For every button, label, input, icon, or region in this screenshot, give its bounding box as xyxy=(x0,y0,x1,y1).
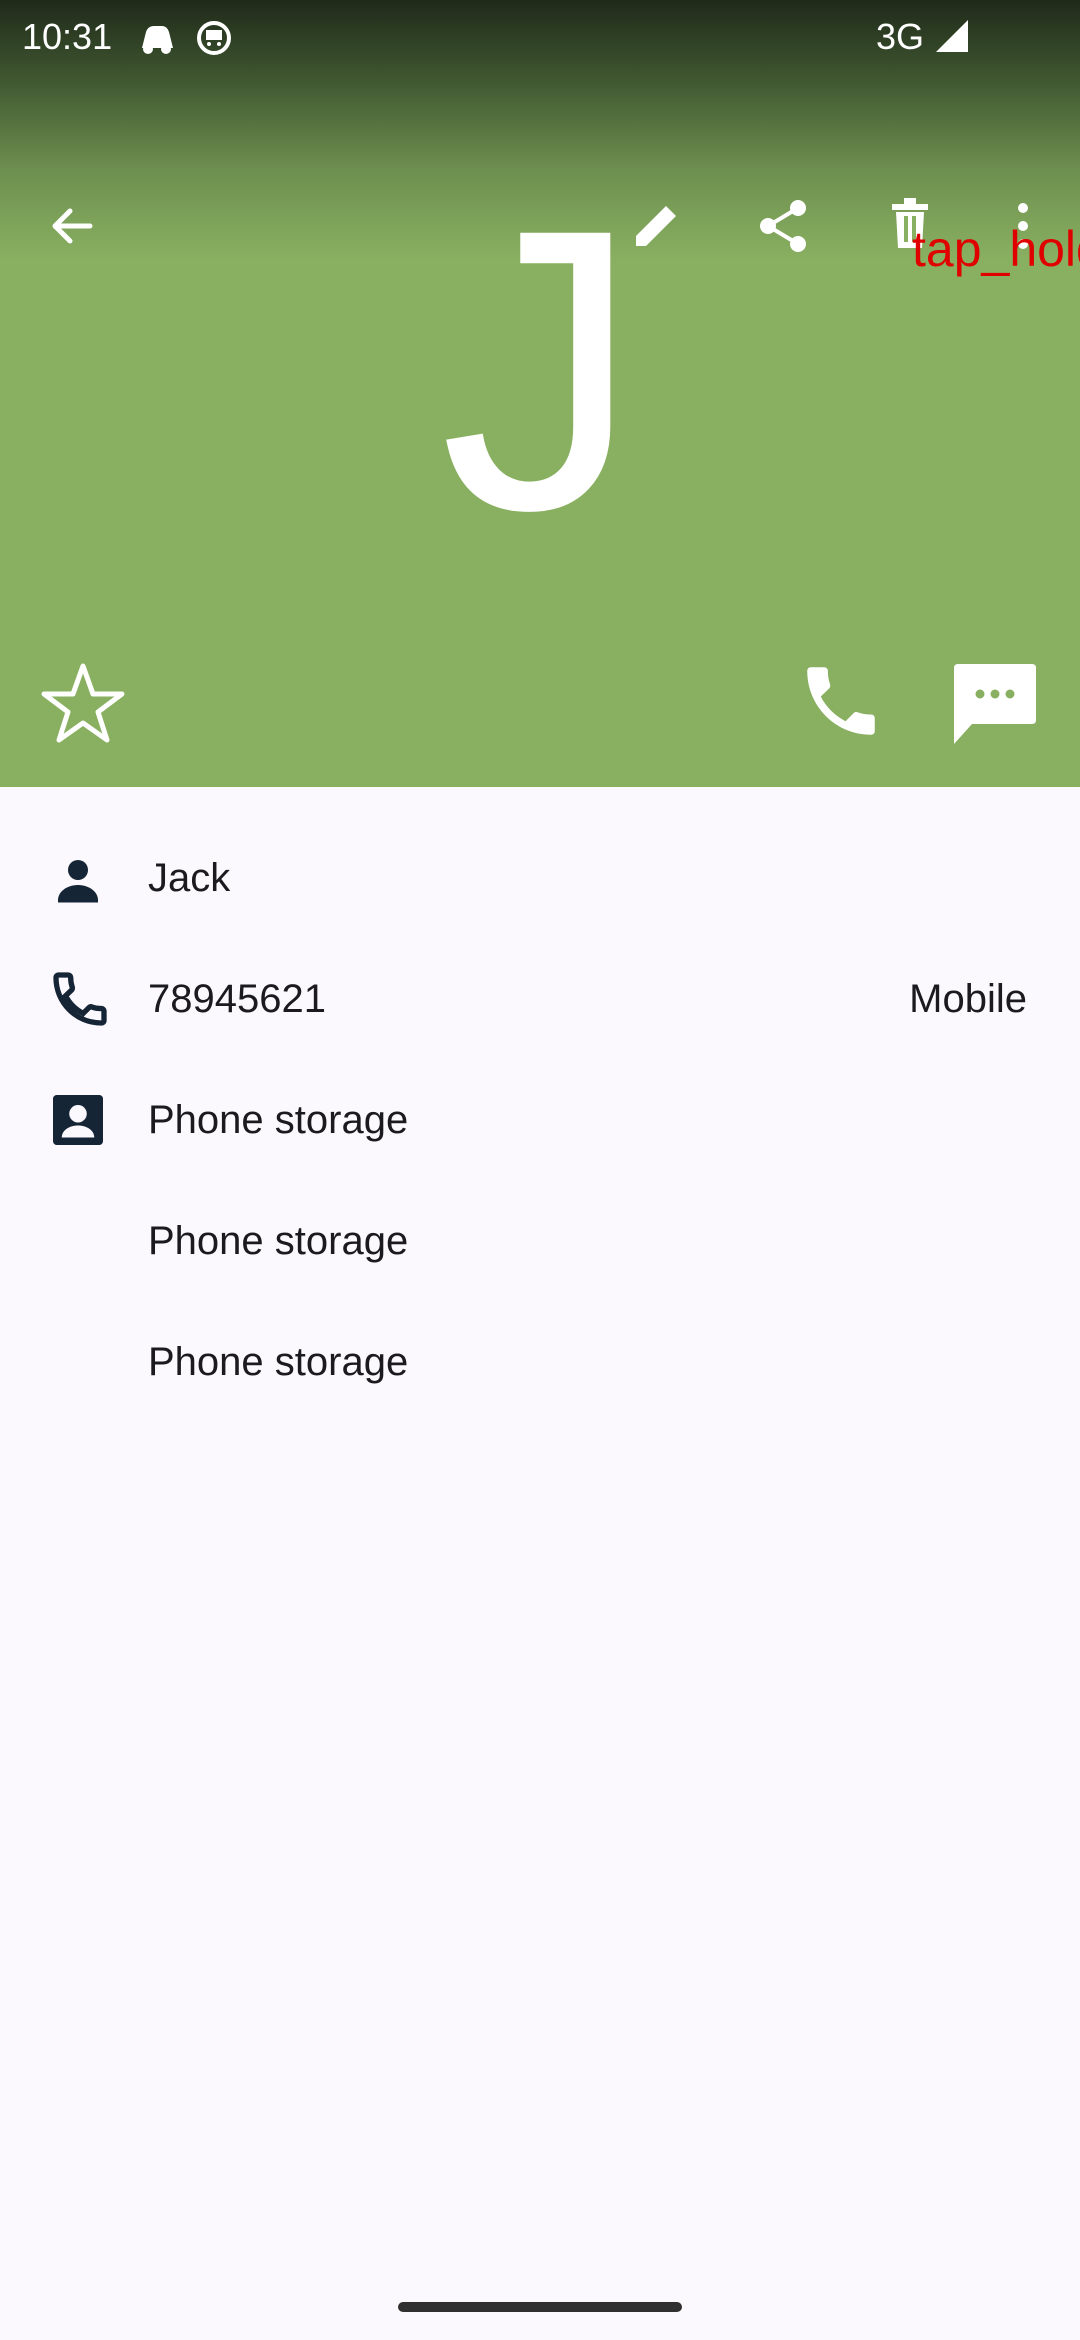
storage-row-1[interactable]: Phone storage xyxy=(0,1062,1080,1183)
storage-label: Phone storage xyxy=(148,1219,409,1263)
call-button[interactable] xyxy=(796,656,886,751)
phone-number: 78945621 xyxy=(148,977,326,1021)
phone-number-row[interactable]: 78945621 Mobile xyxy=(0,941,1080,1062)
storage-row-3[interactable]: Phone storage xyxy=(0,1304,1080,1425)
contact-header: 10:31 3G J tap_hol xyxy=(0,0,1080,787)
face-icon xyxy=(196,18,232,67)
favorite-button[interactable] xyxy=(38,660,128,751)
phone-icon xyxy=(807,667,875,735)
message-button[interactable] xyxy=(950,660,1040,755)
contact-card-icon xyxy=(48,1090,108,1155)
status-bar: 10:31 3G xyxy=(0,0,1080,75)
edit-icon xyxy=(636,206,676,246)
navigation-handle[interactable] xyxy=(398,2302,682,2312)
share-icon xyxy=(760,200,806,252)
phone-icon xyxy=(48,967,112,1036)
storage-label: Phone storage xyxy=(148,1340,409,1384)
phone-type: Mobile xyxy=(909,977,1027,1021)
storage-row-2[interactable]: Phone storage xyxy=(0,1183,1080,1304)
share-button[interactable] xyxy=(754,196,814,261)
message-icon xyxy=(954,664,1036,744)
star-outline-icon xyxy=(41,663,125,743)
tap-hold-overlay-label: tap_hold xyxy=(912,221,1080,277)
cloud-icon xyxy=(136,18,178,67)
signal-icon xyxy=(934,18,970,63)
edit-button[interactable] xyxy=(624,196,688,261)
status-time: 10:31 xyxy=(22,16,113,57)
contact-name-row[interactable]: Jack xyxy=(0,820,1080,941)
storage-label: Phone storage xyxy=(148,1098,409,1142)
person-icon xyxy=(48,850,108,915)
contact-name: Jack xyxy=(148,856,231,900)
network-type: 3G xyxy=(876,16,925,57)
